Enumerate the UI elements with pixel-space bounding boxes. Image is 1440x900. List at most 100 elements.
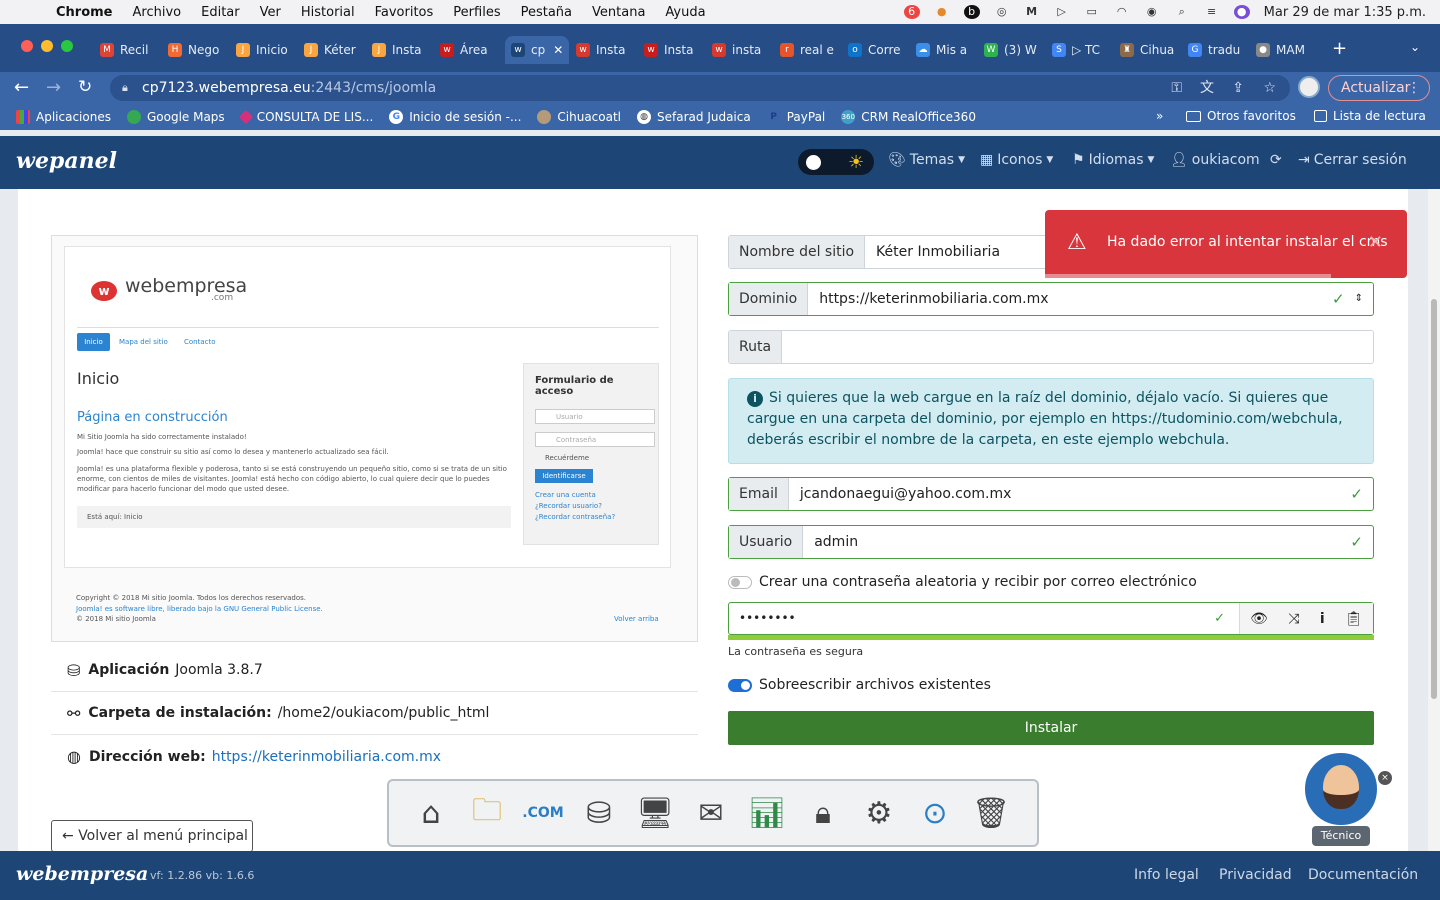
password-input[interactable]: •••••••• bbox=[729, 603, 1214, 634]
tab[interactable]: w Área bbox=[440, 36, 502, 64]
tab[interactable]: w Insta bbox=[576, 36, 638, 64]
control-center-icon[interactable]: ≡ bbox=[1204, 5, 1220, 19]
email-input[interactable]: jcandonaegui@yahoo.com.mx bbox=[789, 478, 1351, 510]
footer-link-legal[interactable]: Info legal bbox=[1134, 867, 1199, 883]
share-icon[interactable]: ⇪ bbox=[1232, 75, 1244, 101]
select-arrows-icon[interactable]: ⇕ bbox=[1355, 283, 1363, 315]
support-avatar[interactable] bbox=[1302, 750, 1380, 828]
play-icon[interactable]: ▷ bbox=[1054, 5, 1070, 19]
url-field[interactable]: 🔒︎ cp7123.webempresa.eu:2443/cms/joomla … bbox=[110, 75, 1290, 101]
more-bookmarks-icon[interactable]: » bbox=[1156, 109, 1163, 123]
minimize-window-button[interactable] bbox=[41, 40, 53, 52]
bookmark-paypal[interactable]: P PayPal bbox=[767, 110, 825, 124]
domain-select[interactable]: https://keterinmobiliaria.com.mx bbox=[808, 283, 1332, 315]
tab[interactable]: M Recil bbox=[100, 36, 162, 64]
footer-link-privacy[interactable]: Privacidad bbox=[1219, 867, 1292, 883]
trash-icon[interactable]: 🗑︎ bbox=[963, 789, 1019, 837]
tab[interactable]: J Kéter bbox=[304, 36, 366, 64]
more-options-icon[interactable]: ⊙ bbox=[907, 789, 963, 837]
stats-icon[interactable]: 📊︎ bbox=[739, 789, 795, 837]
siri-icon[interactable]: ● bbox=[1233, 5, 1250, 19]
menu-chrome[interactable]: Chrome bbox=[56, 5, 113, 20]
menu-pestana[interactable]: Pestaña bbox=[521, 5, 572, 20]
lock-icon[interactable]: 🔒︎ bbox=[122, 75, 128, 101]
wepanel-logo[interactable]: wepanel bbox=[16, 148, 117, 174]
status-app-icon[interactable]: 6 bbox=[903, 5, 920, 19]
hosting-icon[interactable]: 🖥︎ bbox=[627, 789, 683, 837]
random-password-toggle[interactable] bbox=[728, 576, 752, 589]
security-lock-icon[interactable]: 🔒︎ bbox=[795, 789, 851, 837]
nav-iconos[interactable]: ▦ Iconos ▼ bbox=[980, 152, 1053, 168]
reload-icon[interactable]: ↻ bbox=[78, 77, 92, 97]
bookmark-crm[interactable]: 360 CRM RealOffice360 bbox=[841, 110, 976, 124]
footer-link-docs[interactable]: Documentación bbox=[1308, 867, 1418, 883]
tab[interactable]: w cp ✕ bbox=[505, 36, 569, 64]
paw-icon[interactable]: ● bbox=[934, 5, 950, 19]
bookmark-apps[interactable]: Aplicaciones bbox=[16, 110, 111, 124]
tab-search-icon[interactable]: ⌄ bbox=[1410, 40, 1420, 54]
profile-avatar[interactable] bbox=[1298, 76, 1320, 98]
menu-ver[interactable]: Ver bbox=[260, 5, 281, 20]
close-window-button[interactable] bbox=[21, 40, 33, 52]
close-icon[interactable]: ✕ bbox=[1368, 232, 1383, 253]
bookmark-cihuacoatl[interactable]: Cihuacoatl bbox=[537, 110, 621, 124]
tab[interactable]: ● MAM bbox=[1256, 36, 1318, 64]
bookmark-consulta[interactable]: CONSULTA DE LIS... bbox=[238, 109, 373, 125]
dark-mode-toggle[interactable]: ☀ bbox=[798, 149, 874, 175]
nav-temas[interactable]: 🎨︎ Temas ▼ bbox=[888, 152, 965, 168]
menu-ventana[interactable]: Ventana bbox=[592, 5, 645, 20]
clock[interactable]: Mar 29 de mar 1:35 p.m. bbox=[1264, 5, 1426, 20]
back-to-menu-button[interactable]: ← Volver al menú principal bbox=[51, 820, 253, 852]
tab[interactable]: J Inicio bbox=[236, 36, 298, 64]
bookmark-google-maps[interactable]: Google Maps bbox=[126, 110, 225, 124]
wifi-icon[interactable]: ◠ bbox=[1114, 5, 1130, 19]
menu-ayuda[interactable]: Ayuda bbox=[665, 5, 705, 20]
maximize-window-button[interactable] bbox=[61, 40, 73, 52]
eye-icon[interactable]: 👁︎ bbox=[1250, 611, 1268, 627]
close-tab-icon[interactable]: ✕ bbox=[553, 43, 563, 57]
close-avatar-icon[interactable]: × bbox=[1378, 771, 1392, 785]
key-icon[interactable]: ⚿ bbox=[1171, 75, 1182, 101]
info-icon[interactable]: i bbox=[1320, 611, 1325, 627]
spotlight-search-icon[interactable]: ⌕ bbox=[1174, 5, 1190, 19]
menu-historial[interactable]: Historial bbox=[301, 5, 355, 20]
cron-settings-icon[interactable]: ⚙ bbox=[851, 789, 907, 837]
webempresa-logo[interactable]: webempresa bbox=[16, 863, 148, 885]
page-scrollbar[interactable] bbox=[1428, 189, 1440, 851]
m-app-icon[interactable]: M bbox=[1024, 5, 1040, 19]
user-icon[interactable]: ◉ bbox=[1144, 5, 1160, 19]
b-app-icon[interactable]: b bbox=[963, 5, 980, 19]
site-url-link[interactable]: https://keterinmobiliaria.com.mx bbox=[212, 749, 441, 765]
battery-icon[interactable]: ▭ bbox=[1084, 5, 1100, 19]
tab[interactable]: Gtradu bbox=[1188, 36, 1250, 64]
bookmark-sefarad[interactable]: ◍ Sefarad Judaica bbox=[637, 110, 751, 124]
tab[interactable]: J Insta bbox=[372, 36, 434, 64]
menu-editar[interactable]: Editar bbox=[201, 5, 240, 20]
nav-idiomas[interactable]: ⚑ Idiomas ▼ bbox=[1072, 152, 1154, 168]
tab[interactable]: ♜ Cihua bbox=[1120, 36, 1182, 64]
more-menu-icon[interactable]: ⋮ bbox=[1407, 76, 1421, 100]
translate-icon[interactable]: 文 bbox=[1200, 75, 1214, 101]
update-chrome-button[interactable]: Actualizar ⋮ bbox=[1328, 75, 1430, 101]
file-manager-icon[interactable]: 🗀︎ bbox=[459, 789, 515, 837]
tab[interactable]: W (3) W bbox=[984, 36, 1046, 64]
nav-logout[interactable]: ⇥ Cerrar sesión bbox=[1298, 152, 1407, 168]
bookmark-inicio-sesion[interactable]: G Inicio de sesión -... bbox=[389, 110, 521, 124]
menu-perfiles[interactable]: Perfiles bbox=[453, 5, 500, 20]
tab[interactable]: H Nego bbox=[168, 36, 230, 64]
email-icon[interactable]: ✉ bbox=[683, 789, 739, 837]
clipboard-icon[interactable]: 📋︎ bbox=[1345, 611, 1363, 627]
tab[interactable]: w insta bbox=[712, 36, 774, 64]
install-button[interactable]: Instalar bbox=[728, 711, 1374, 745]
shuffle-icon[interactable]: ⤨ bbox=[1288, 611, 1299, 627]
tab[interactable]: w Insta bbox=[644, 36, 706, 64]
nav-user[interactable]: 👤︎ oukiacom bbox=[1170, 152, 1260, 168]
bookmark-reading-list[interactable]: Lista de lectura bbox=[1314, 109, 1426, 123]
scrollbar-thumb[interactable] bbox=[1431, 299, 1437, 699]
cloud-icon[interactable]: ◎ bbox=[994, 5, 1010, 19]
tab[interactable]: r real e bbox=[780, 36, 842, 64]
domains-icon[interactable]: .COM bbox=[515, 789, 571, 837]
forward-icon[interactable]: → bbox=[46, 77, 61, 98]
tab[interactable]: S ▷ TC bbox=[1052, 36, 1114, 64]
overwrite-files-toggle[interactable] bbox=[728, 679, 752, 692]
